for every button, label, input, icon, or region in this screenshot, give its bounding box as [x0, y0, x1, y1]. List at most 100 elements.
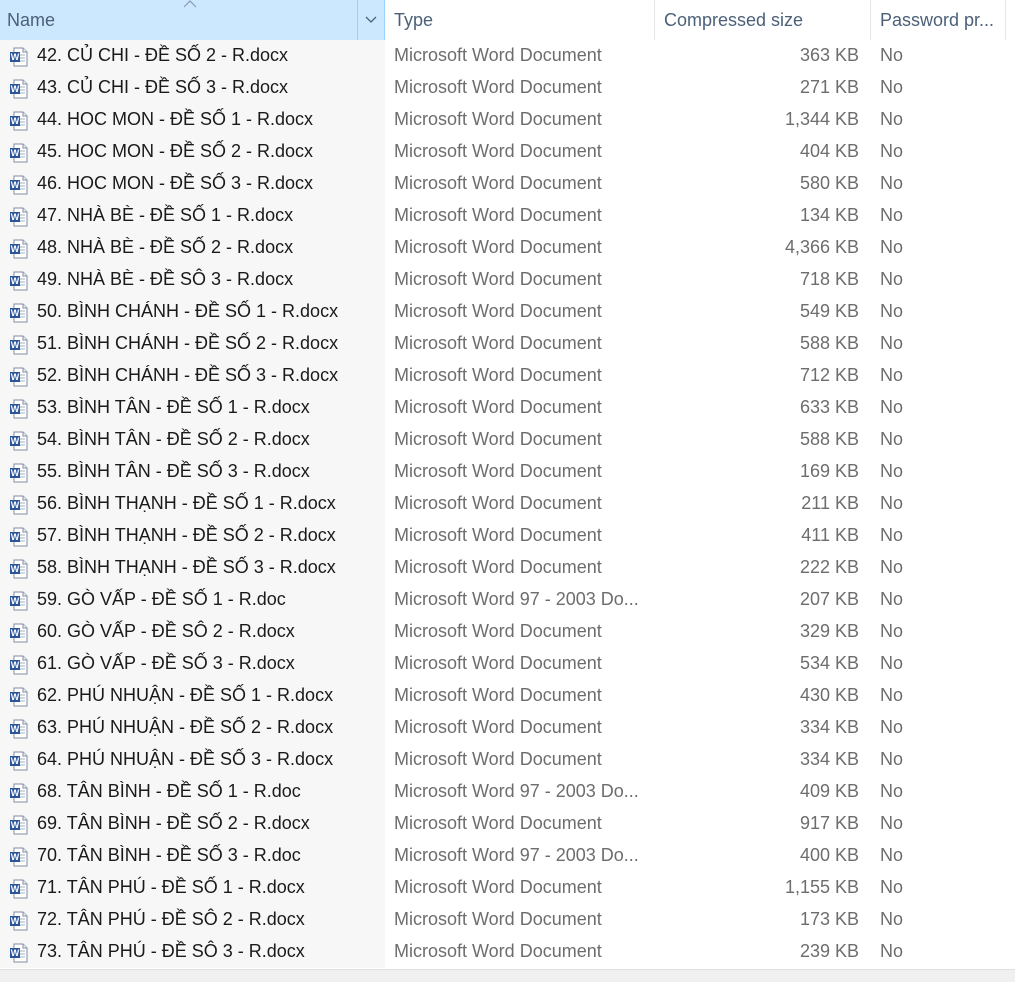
file-password-protected: No	[880, 109, 904, 129]
table-row[interactable]: W 45. HOC MON - ĐỀ SỐ 2 - R.docx Microsoft…	[0, 136, 1015, 168]
file-name: 59. GÒ VẤP - ĐỀ SỐ 1 - R.doc	[37, 589, 286, 609]
table-row[interactable]: W 58. BÌNH THẠNH - ĐỀ SỐ 3 - R.docx Micros…	[0, 552, 1015, 584]
svg-text:W: W	[11, 820, 20, 830]
file-password-protected: No	[880, 941, 904, 961]
column-filter-dropdown[interactable]	[357, 0, 384, 40]
name-cell[interactable]: W 70. TÂN BÌNH - ĐỀ SỐ 3 - R.doc	[0, 840, 385, 872]
name-cell[interactable]: W 69. TÂN BÌNH - ĐỀ SỐ 2 - R.docx	[0, 808, 385, 840]
table-row[interactable]: W 44. HOC MON - ĐỀ SỐ 1 - R.docx Microsoft…	[0, 104, 1015, 136]
file-name: 73. TÂN PHÚ - ĐỀ SÔ 3 - R.docx	[37, 941, 305, 961]
word-document-icon: W	[9, 527, 29, 547]
name-cell[interactable]: W 45. HOC MON - ĐỀ SỐ 2 - R.docx	[0, 136, 385, 168]
table-row[interactable]: W 51. BÌNH CHÁNH - ĐỀ SỐ 2 - R.docx Micros…	[0, 328, 1015, 360]
name-cell[interactable]: W 43. CỦ CHI - ĐỀ SỐ 3 - R.docx	[0, 72, 385, 104]
svg-text:W: W	[11, 148, 20, 158]
table-row[interactable]: W 48. NHÀ BÈ - ĐỀ SỐ 2 - R.docx Microsoft …	[0, 232, 1015, 264]
name-cell[interactable]: W 48. NHÀ BÈ - ĐỀ SỐ 2 - R.docx	[0, 232, 385, 264]
name-cell[interactable]: W 44. HOC MON - ĐỀ SỐ 1 - R.docx	[0, 104, 385, 136]
table-row[interactable]: W 53. BÌNH TÂN - ĐỀ SỐ 1 - R.docx Microsof…	[0, 392, 1015, 424]
table-row[interactable]: W 57. BÌNH THẠNH - ĐỀ SỐ 2 - R.docx Micros…	[0, 520, 1015, 552]
name-cell[interactable]: W 49. NHÀ BÈ - ĐỀ SÔ 3 - R.docx	[0, 264, 385, 296]
table-row[interactable]: W 70. TÂN BÌNH - ĐỀ SỐ 3 - R.doc Microsoft…	[0, 840, 1015, 872]
table-row[interactable]: W 61. GÒ VẤP - ĐỀ SỐ 3 - R.docx Microsoft …	[0, 648, 1015, 680]
name-cell[interactable]: W 59. GÒ VẤP - ĐỀ SỐ 1 - R.doc	[0, 584, 385, 616]
file-compressed-size: 917 KB	[799, 813, 859, 833]
file-password-protected: No	[880, 909, 904, 929]
name-cell[interactable]: W 61. GÒ VẤP - ĐỀ SỐ 3 - R.docx	[0, 648, 385, 680]
file-name: 61. GÒ VẤP - ĐỀ SỐ 3 - R.docx	[37, 653, 295, 673]
table-row[interactable]: W 60. GÒ VẤP - ĐỀ SÔ 2 - R.docx Microsoft …	[0, 616, 1015, 648]
file-type: Microsoft Word Document	[394, 813, 602, 833]
table-row[interactable]: W 43. CỦ CHI - ĐỀ SỐ 3 - R.docx Microsoft …	[0, 72, 1015, 104]
file-compressed-size: 1,344 KB	[784, 109, 859, 129]
file-password-protected: No	[880, 813, 904, 833]
name-cell[interactable]: W 47. NHÀ BÈ - ĐỀ SỐ 1 - R.docx	[0, 200, 385, 232]
column-header-name-label: Name	[7, 9, 56, 30]
column-header-name[interactable]: Name	[0, 0, 385, 40]
table-row[interactable]: W 54. BÌNH TÂN - ĐỀ SỐ 2 - R.docx Microsof…	[0, 424, 1015, 456]
table-row[interactable]: W 69. TÂN BÌNH - ĐỀ SỐ 2 - R.docx Microsof…	[0, 808, 1015, 840]
column-header-compressed-size[interactable]: Compressed size	[655, 0, 871, 40]
file-compressed-size: 588 KB	[799, 429, 859, 449]
table-row[interactable]: W 73. TÂN PHÚ - ĐỀ SÔ 3 - R.docx Microsoft…	[0, 936, 1015, 968]
file-type: Microsoft Word Document	[394, 333, 602, 353]
file-compressed-size: 207 KB	[799, 589, 859, 609]
file-compressed-size: 404 KB	[799, 141, 859, 161]
file-name: 62. PHÚ NHUẬN - ĐỀ SỐ 1 - R.docx	[37, 685, 334, 705]
name-cell[interactable]: W 53. BÌNH TÂN - ĐỀ SỐ 1 - R.docx	[0, 392, 385, 424]
name-cell[interactable]: W 62. PHÚ NHUẬN - ĐỀ SỐ 1 - R.docx	[0, 680, 385, 712]
name-cell[interactable]: W 63. PHÚ NHUẬN - ĐỀ SỐ 2 - R.docx	[0, 712, 385, 744]
table-row[interactable]: W 62. PHÚ NHUẬN - ĐỀ SỐ 1 - R.docx Microso…	[0, 680, 1015, 712]
table-row[interactable]: W 47. NHÀ BÈ - ĐỀ SỐ 1 - R.docx Microsoft …	[0, 200, 1015, 232]
file-compressed-size: 588 KB	[799, 333, 859, 353]
name-cell[interactable]: W 71. TÂN PHÚ - ĐỀ SỐ 1 - R.docx	[0, 872, 385, 904]
name-cell[interactable]: W 64. PHÚ NHUẬN - ĐỀ SỐ 3 - R.docx	[0, 744, 385, 776]
name-cell[interactable]: W 50. BÌNH CHÁNH - ĐỀ SỐ 1 - R.docx	[0, 296, 385, 328]
table-row[interactable]: W 68. TÂN BÌNH - ĐỀ SỐ 1 - R.doc Microsoft…	[0, 776, 1015, 808]
column-header-password-protected[interactable]: Password pr...	[871, 0, 1006, 40]
name-cell[interactable]: W 68. TÂN BÌNH - ĐỀ SỐ 1 - R.doc	[0, 776, 385, 808]
name-cell[interactable]: W 56. BÌNH THẠNH - ĐỀ SỐ 1 - R.docx	[0, 488, 385, 520]
word-document-icon: W	[9, 815, 29, 835]
sort-up-arrow-icon	[183, 0, 197, 8]
column-header-type[interactable]: Type	[385, 0, 655, 40]
svg-text:W: W	[11, 564, 20, 574]
table-row[interactable]: W 64. PHÚ NHUẬN - ĐỀ SỐ 3 - R.docx Microso…	[0, 744, 1015, 776]
table-row[interactable]: W 55. BÌNH TÂN - ĐỀ SỐ 3 - R.docx Microsof…	[0, 456, 1015, 488]
file-compressed-size: 4,366 KB	[784, 237, 859, 257]
table-row[interactable]: W 71. TÂN PHÚ - ĐỀ SỐ 1 - R.docx Microsoft…	[0, 872, 1015, 904]
name-cell[interactable]: W 58. BÌNH THẠNH - ĐỀ SỐ 3 - R.docx	[0, 552, 385, 584]
chevron-down-icon	[365, 16, 377, 23]
file-name: 42. CỦ CHI - ĐỀ SỐ 2 - R.docx	[37, 45, 289, 65]
horizontal-scrollbar[interactable]	[0, 969, 1015, 982]
table-row[interactable]: W 52. BÌNH CHÁNH - ĐỀ SỐ 3 - R.docx Micros…	[0, 360, 1015, 392]
svg-text:W: W	[11, 948, 20, 958]
name-cell[interactable]: W 55. BÌNH TÂN - ĐỀ SỐ 3 - R.docx	[0, 456, 385, 488]
name-cell[interactable]: W 57. BÌNH THẠNH - ĐỀ SỐ 2 - R.docx	[0, 520, 385, 552]
table-row[interactable]: W 59. GÒ VẤP - ĐỀ SỐ 1 - R.doc Microsoft W…	[0, 584, 1015, 616]
table-row[interactable]: W 42. CỦ CHI - ĐỀ SỐ 2 - R.docx Microsoft …	[0, 40, 1015, 72]
name-cell[interactable]: W 46. HOC MON - ĐỀ SỐ 3 - R.docx	[0, 168, 385, 200]
file-name: 64. PHÚ NHUẬN - ĐỀ SỐ 3 - R.docx	[37, 749, 334, 769]
table-row[interactable]: W 46. HOC MON - ĐỀ SỐ 3 - R.docx Microsoft…	[0, 168, 1015, 200]
file-type: Microsoft Word Document	[394, 77, 602, 97]
name-cell[interactable]: W 52. BÌNH CHÁNH - ĐỀ SỐ 3 - R.docx	[0, 360, 385, 392]
table-row[interactable]: W 63. PHÚ NHUẬN - ĐỀ SỐ 2 - R.docx Microso…	[0, 712, 1015, 744]
table-row[interactable]: W 49. NHÀ BÈ - ĐỀ SÔ 3 - R.docx Microsoft …	[0, 264, 1015, 296]
table-row[interactable]: W 50. BÌNH CHÁNH - ĐỀ SỐ 1 - R.docx Micros…	[0, 296, 1015, 328]
name-cell[interactable]: W 42. CỦ CHI - ĐỀ SỐ 2 - R.docx	[0, 40, 385, 72]
name-cell[interactable]: W 54. BÌNH TÂN - ĐỀ SỐ 2 - R.docx	[0, 424, 385, 456]
name-cell[interactable]: W 72. TÂN PHÚ - ĐỀ SÔ 2 - R.docx	[0, 904, 385, 936]
name-cell[interactable]: W 51. BÌNH CHÁNH - ĐỀ SỐ 2 - R.docx	[0, 328, 385, 360]
file-list: W 42. CỦ CHI - ĐỀ SỐ 2 - R.docx Microsoft …	[0, 40, 1015, 968]
word-document-icon: W	[9, 783, 29, 803]
word-document-icon: W	[9, 431, 29, 451]
file-compressed-size: 409 KB	[799, 781, 859, 801]
name-cell[interactable]: W 60. GÒ VẤP - ĐỀ SÔ 2 - R.docx	[0, 616, 385, 648]
file-password-protected: No	[880, 653, 904, 673]
file-password-protected: No	[880, 365, 904, 385]
table-row[interactable]: W 72. TÂN PHÚ - ĐỀ SÔ 2 - R.docx Microsoft…	[0, 904, 1015, 936]
name-cell[interactable]: W 73. TÂN PHÚ - ĐỀ SÔ 3 - R.docx	[0, 936, 385, 968]
table-row[interactable]: W 56. BÌNH THẠNH - ĐỀ SỐ 1 - R.docx Micros…	[0, 488, 1015, 520]
word-document-icon: W	[9, 879, 29, 899]
